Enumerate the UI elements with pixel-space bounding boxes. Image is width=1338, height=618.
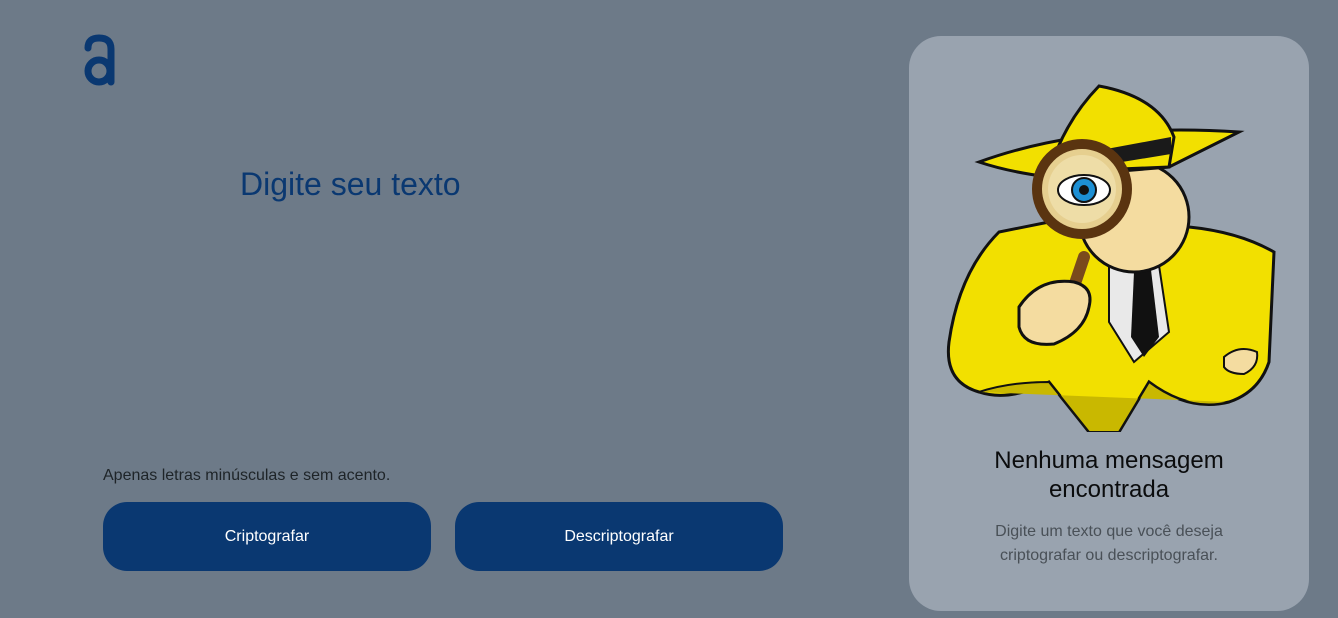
encrypt-button[interactable]: Criptografar	[103, 502, 431, 571]
page: Apenas letras minúsculas e sem acento. C…	[0, 0, 1338, 618]
output-panel: Nenhuma mensagem encontrada Digite um te…	[909, 36, 1309, 611]
empty-state-subtitle: Digite um texto que você deseja criptogr…	[995, 523, 1223, 564]
logo-icon	[84, 34, 115, 86]
decrypt-button[interactable]: Descriptografar	[455, 502, 783, 571]
hint: Apenas letras minúsculas e sem acento.	[103, 467, 390, 485]
hint-text: Apenas letras minúsculas e sem acento.	[103, 467, 391, 484]
empty-state-title: Nenhuma mensagem encontrada	[994, 447, 1224, 503]
detective-illustration-icon	[946, 84, 1276, 432]
message-text-input[interactable]	[240, 166, 840, 426]
